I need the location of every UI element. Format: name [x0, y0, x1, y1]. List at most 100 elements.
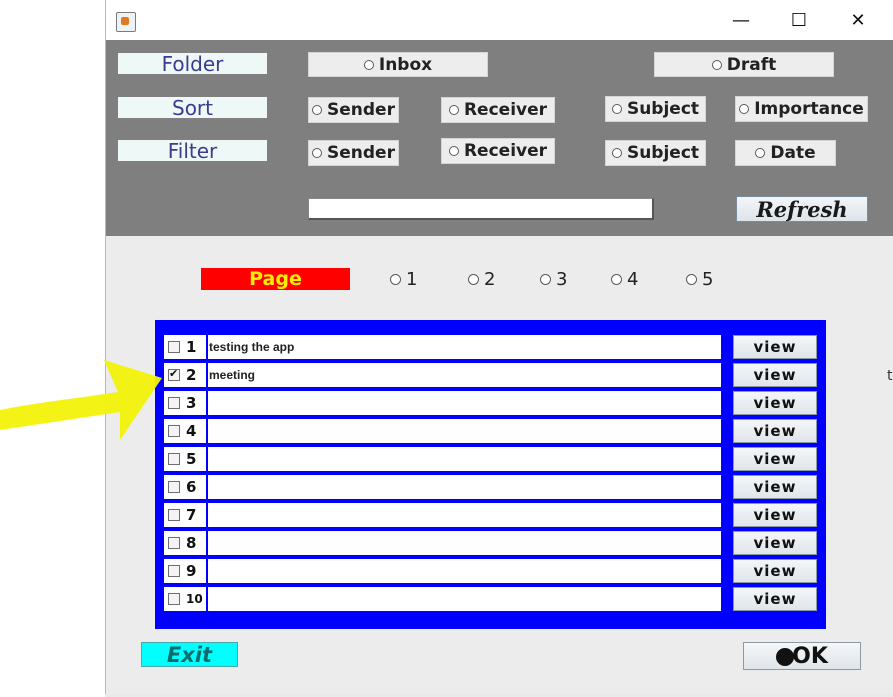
- page-radio-5[interactable]: 5: [686, 268, 713, 290]
- view-button[interactable]: view: [733, 335, 817, 359]
- radio-icon: [711, 59, 722, 70]
- radio-icon: [468, 273, 479, 285]
- radio-label: Date: [770, 143, 816, 163]
- row-number: 1: [186, 338, 197, 356]
- minimize-button[interactable]: —: [712, 0, 770, 40]
- sort-radio-importance[interactable]: Importance: [735, 96, 868, 122]
- radio-icon: [755, 148, 766, 158]
- row-number-cell: 7: [164, 503, 208, 527]
- table-row: 6: [164, 475, 721, 499]
- page-number: 2: [484, 268, 496, 290]
- radio-icon: [448, 146, 459, 156]
- row-number-cell: 5: [164, 447, 208, 471]
- search-input[interactable]: [308, 198, 654, 220]
- sort-label: Sort: [118, 96, 267, 120]
- row-number-cell: 6: [164, 475, 208, 499]
- row-checkbox[interactable]: [168, 453, 180, 465]
- row-checkbox[interactable]: [168, 565, 180, 577]
- table-row: 2 meeting: [164, 363, 721, 387]
- row-number: 3: [186, 394, 197, 412]
- refresh-button[interactable]: Refresh: [736, 196, 868, 222]
- java-app-icon: [116, 12, 136, 32]
- radio-icon: [312, 105, 323, 115]
- radio-icon: [363, 59, 374, 70]
- mail-table: 1 testing the app view 2 meeting view 3 …: [155, 320, 826, 629]
- radio-icon: [312, 148, 323, 158]
- exit-button[interactable]: Exit: [141, 642, 238, 667]
- radio-icon: [739, 104, 750, 114]
- page-radio-2[interactable]: 2: [468, 268, 495, 290]
- radio-icon: [611, 104, 622, 114]
- radio-label: Subject: [626, 143, 700, 163]
- row-number-cell: 9: [164, 559, 208, 583]
- mail-subject: meeting: [209, 368, 256, 382]
- view-button[interactable]: view: [733, 531, 817, 555]
- radio-label: Inbox: [378, 54, 433, 75]
- page-label: Page: [201, 268, 350, 290]
- radio-label: Receiver: [463, 141, 548, 161]
- filter-radio-sender[interactable]: Sender: [308, 140, 399, 166]
- filter-radio-receiver[interactable]: Receiver: [441, 138, 555, 164]
- folder-radio-draft[interactable]: Draft: [654, 52, 834, 77]
- view-button[interactable]: view: [733, 419, 817, 443]
- view-button[interactable]: view: [733, 503, 817, 527]
- table-row: 1 testing the app: [164, 335, 721, 359]
- row-checkbox[interactable]: [168, 509, 180, 521]
- ok-circle-icon: [776, 648, 795, 666]
- radio-icon: [448, 105, 459, 115]
- view-button[interactable]: view: [733, 447, 817, 471]
- close-button[interactable]: ✕: [829, 0, 887, 40]
- row-number: 4: [186, 422, 197, 440]
- radio-icon: [611, 273, 622, 285]
- table-row: 7: [164, 503, 721, 527]
- maximize-button[interactable]: ☐: [770, 0, 828, 40]
- radio-icon: [686, 273, 697, 285]
- row-checkbox[interactable]: [168, 537, 180, 549]
- view-button[interactable]: view: [733, 363, 817, 387]
- table-row: 4: [164, 419, 721, 443]
- sort-radio-receiver[interactable]: Receiver: [441, 97, 555, 123]
- page-radio-4[interactable]: 4: [611, 268, 638, 290]
- row-number: 9: [186, 562, 197, 580]
- row-number: 2: [186, 366, 197, 384]
- folder-radio-inbox[interactable]: Inbox: [308, 52, 488, 77]
- radio-label: Importance: [754, 99, 864, 119]
- table-row: 8: [164, 531, 721, 555]
- row-number-cell: 8: [164, 531, 208, 555]
- row-number-cell: 10: [164, 587, 208, 611]
- table-row: 9: [164, 559, 721, 583]
- radio-icon: [390, 273, 401, 285]
- filter-radio-date[interactable]: Date: [735, 140, 836, 166]
- table-row: 10: [164, 587, 721, 611]
- filter-label: Filter: [118, 139, 267, 163]
- sort-radio-sender[interactable]: Sender: [308, 97, 399, 123]
- radio-label: Sender: [327, 143, 395, 163]
- background-edge-text: t: [887, 368, 893, 384]
- table-row: 3: [164, 391, 721, 415]
- row-checkbox[interactable]: [168, 481, 180, 493]
- radio-label: Draft: [726, 54, 777, 75]
- ok-button-label: OK: [792, 643, 828, 669]
- row-number: 6: [186, 478, 197, 496]
- row-number: 8: [186, 534, 197, 552]
- row-checkbox[interactable]: [168, 593, 180, 605]
- page-radio-1[interactable]: 1: [390, 268, 417, 290]
- page-radio-3[interactable]: 3: [540, 268, 567, 290]
- radio-label: Sender: [327, 100, 395, 120]
- view-button[interactable]: view: [733, 559, 817, 583]
- radio-label: Subject: [626, 99, 700, 119]
- mail-subject: testing the app: [209, 340, 295, 354]
- annotation-arrow-icon: [0, 360, 162, 440]
- row-number: 5: [186, 450, 197, 468]
- view-button[interactable]: view: [733, 391, 817, 415]
- view-button[interactable]: view: [733, 475, 817, 499]
- filter-radio-subject[interactable]: Subject: [605, 140, 706, 166]
- ok-button[interactable]: OK: [743, 642, 861, 670]
- folder-label: Folder: [118, 52, 267, 76]
- radio-icon: [611, 148, 622, 158]
- view-button[interactable]: view: [733, 587, 817, 611]
- table-row: 5: [164, 447, 721, 471]
- page-number: 5: [702, 268, 714, 290]
- sort-radio-subject[interactable]: Subject: [605, 96, 706, 122]
- radio-label: Receiver: [463, 100, 548, 120]
